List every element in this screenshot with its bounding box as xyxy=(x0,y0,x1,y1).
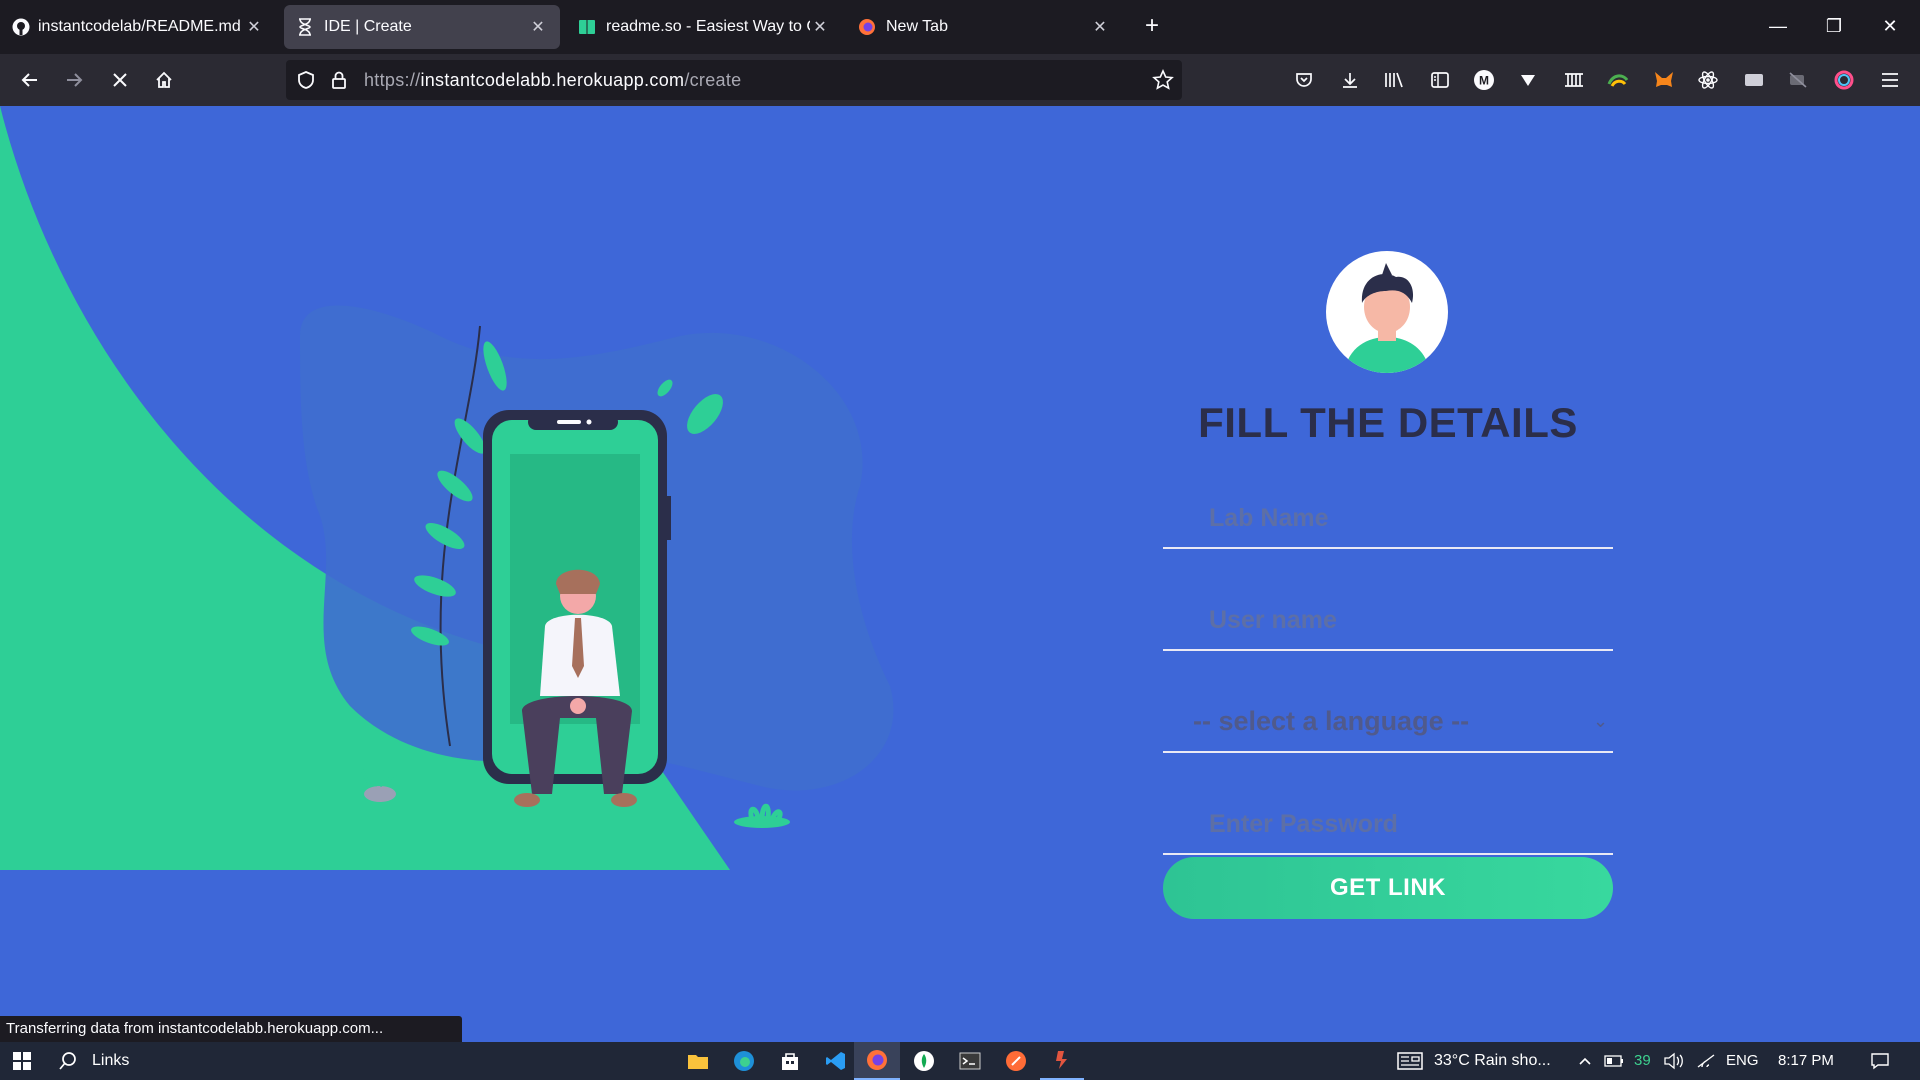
avatar-illustration xyxy=(1344,263,1430,373)
ring-extension-icon[interactable] xyxy=(1828,64,1860,96)
url-prefix: https:// xyxy=(364,70,421,90)
username-field xyxy=(1163,589,1613,651)
tab-readme-so[interactable]: readme.so - Easiest Way to Cr ✕ xyxy=(566,5,842,49)
lab-name-field xyxy=(1163,487,1613,549)
sidebar-icon[interactable] xyxy=(1424,64,1456,96)
windows-logo-icon xyxy=(13,1052,31,1070)
phone-speaker xyxy=(557,420,581,424)
battery-level: 39 xyxy=(1634,1052,1651,1069)
back-arrow-icon xyxy=(21,73,37,87)
language-select[interactable]: -- select a language -- xyxy=(1193,701,1593,741)
terminal-icon[interactable] xyxy=(948,1042,992,1080)
tab-new-tab[interactable]: New Tab ✕ xyxy=(846,5,1122,49)
status-bar: Transferring data from instantcodelabb.h… xyxy=(0,1016,462,1042)
page-content: FILL THE DETAILS -- select a language --… xyxy=(0,106,1920,1042)
close-icon xyxy=(113,73,127,87)
clock-time[interactable]: 8:17 PM xyxy=(1778,1042,1834,1080)
restore-button[interactable]: ❐ xyxy=(1806,8,1862,44)
form-title: FILL THE DETAILS xyxy=(1198,399,1578,446)
news-icon[interactable] xyxy=(1394,1042,1426,1080)
minimize-button[interactable]: — xyxy=(1750,8,1806,44)
new-tab-button[interactable]: + xyxy=(1136,10,1168,42)
file-explorer-icon[interactable] xyxy=(676,1042,720,1080)
close-tab-icon[interactable]: ✕ xyxy=(244,17,264,37)
react-atom-icon[interactable] xyxy=(1692,64,1724,96)
password-input[interactable] xyxy=(1207,803,1601,845)
url-host: instantcodelabb.herokuapp.com xyxy=(420,70,685,90)
rock xyxy=(364,786,396,802)
bookmark-star-icon[interactable] xyxy=(1152,69,1174,96)
pocket-icon[interactable] xyxy=(1288,64,1320,96)
url-bar[interactable]: https://instantcodelabb.herokuapp.com/cr… xyxy=(286,60,1182,100)
chevron-up-icon[interactable] xyxy=(1574,1042,1596,1080)
search-icon[interactable] xyxy=(52,1042,84,1080)
tab-ide-create[interactable]: IDE | Create ✕ xyxy=(284,5,560,49)
stop-button[interactable] xyxy=(102,62,138,98)
hamburger-menu-icon[interactable] xyxy=(1874,64,1906,96)
avatar xyxy=(1326,251,1448,373)
lab-name-input[interactable] xyxy=(1207,497,1601,539)
close-tab-icon[interactable]: ✕ xyxy=(528,17,548,37)
book-icon xyxy=(578,18,596,36)
navigation-toolbar: https://instantcodelabb.herokuapp.com/cr… xyxy=(0,54,1920,106)
screen-extension-icon[interactable] xyxy=(1738,64,1770,96)
weather-text[interactable]: 33°C Rain sho... xyxy=(1434,1042,1551,1080)
forward-button[interactable] xyxy=(56,62,92,98)
notifications-icon[interactable] xyxy=(1864,1042,1896,1080)
filter-icon[interactable] xyxy=(1512,64,1544,96)
tab-bar: instantcodelab/README.md a ✕ IDE | Creat… xyxy=(0,0,1920,54)
windows-taskbar: Links 33°C Rain sho... 39 ENG 8:17 PM xyxy=(0,1042,1920,1080)
account-m-icon[interactable]: M xyxy=(1468,64,1500,96)
language-field[interactable]: -- select a language -- ⌄ xyxy=(1163,691,1613,753)
home-icon xyxy=(156,71,172,88)
forward-arrow-icon xyxy=(67,73,83,87)
password-field xyxy=(1163,793,1613,855)
username-input[interactable] xyxy=(1207,599,1601,641)
tab-label: New Tab xyxy=(886,18,948,35)
tab-label: readme.so - Easiest Way to Cr xyxy=(606,18,810,35)
download-icon[interactable] xyxy=(1334,64,1366,96)
svg-text:M: M xyxy=(1479,74,1489,88)
vscode-icon[interactable] xyxy=(814,1042,858,1080)
app-icon[interactable] xyxy=(1040,1042,1084,1080)
firefox-icon xyxy=(858,18,876,36)
tab-readme-github[interactable]: instantcodelab/README.md a ✕ xyxy=(0,5,276,49)
store-icon[interactable] xyxy=(768,1042,812,1080)
grid-extension-icon[interactable] xyxy=(1558,64,1590,96)
person-on-phone-illustration xyxy=(0,106,894,870)
volume-icon[interactable] xyxy=(1660,1042,1688,1080)
metamask-fox-icon[interactable] xyxy=(1648,64,1680,96)
language-indicator[interactable]: ENG xyxy=(1726,1042,1759,1080)
hourglass-icon xyxy=(296,18,314,36)
search-label[interactable]: Links xyxy=(92,1042,129,1080)
chevron-down-icon: ⌄ xyxy=(1593,711,1609,731)
back-button[interactable] xyxy=(12,62,48,98)
battery-icon[interactable] xyxy=(1602,1042,1626,1080)
shield-icon[interactable] xyxy=(296,70,316,95)
close-tab-icon[interactable]: ✕ xyxy=(1090,17,1110,37)
tab-label: instantcodelab/README.md a xyxy=(38,18,244,35)
get-link-button[interactable]: GET LINK xyxy=(1163,857,1613,919)
url-path: /create xyxy=(684,70,742,90)
color-extension-icon[interactable] xyxy=(1602,64,1634,96)
disabled-extension-icon[interactable] xyxy=(1782,64,1814,96)
github-icon xyxy=(12,18,30,36)
mongodb-icon[interactable] xyxy=(902,1042,946,1080)
firefox-taskbar-icon[interactable] xyxy=(854,1042,900,1080)
lock-icon[interactable] xyxy=(330,70,348,95)
home-button[interactable] xyxy=(146,62,182,98)
edge-icon[interactable] xyxy=(722,1042,766,1080)
library-icon[interactable] xyxy=(1378,64,1410,96)
wifi-icon[interactable] xyxy=(1692,1042,1720,1080)
close-window-button[interactable]: ✕ xyxy=(1862,8,1918,44)
postman-icon[interactable] xyxy=(994,1042,1038,1080)
url-text[interactable]: https://instantcodelabb.herokuapp.com/cr… xyxy=(364,60,741,100)
start-button[interactable] xyxy=(0,1042,44,1080)
close-tab-icon[interactable]: ✕ xyxy=(810,17,830,37)
tab-label: IDE | Create xyxy=(324,18,412,35)
